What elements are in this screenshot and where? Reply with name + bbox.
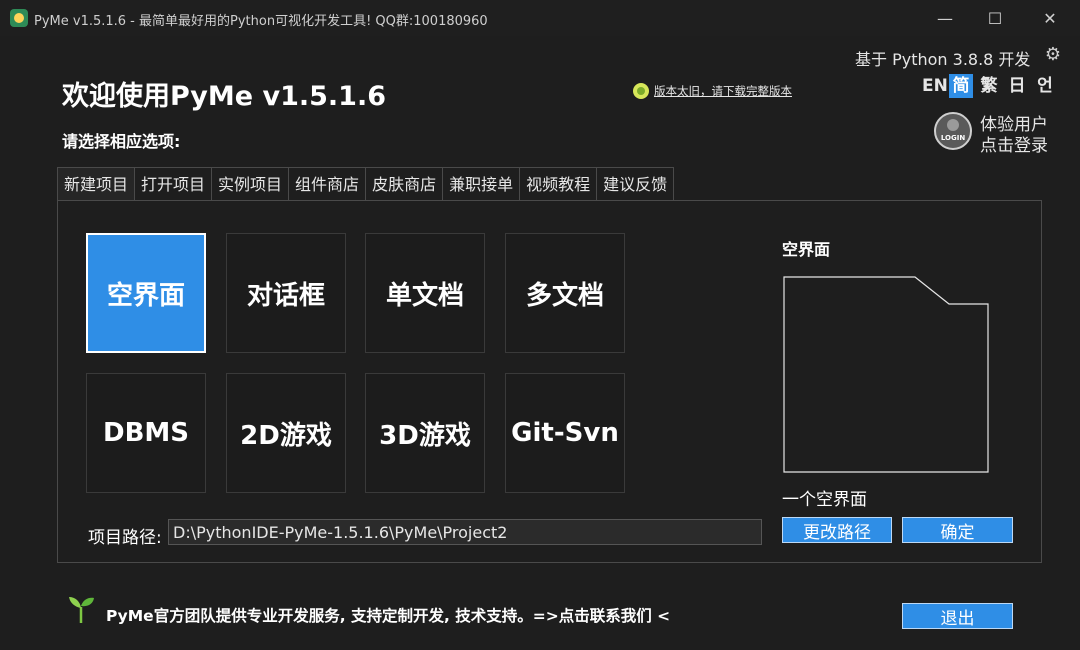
template-multi-document[interactable]: 多文档 [505, 233, 625, 353]
template-dbms[interactable]: DBMS [86, 373, 206, 493]
title-bar[interactable]: PyMe v1.5.1.6 - 最简单最好用的Python可视化开发工具! QQ… [0, 0, 1080, 36]
tab-skin-store[interactable]: 皮肤商店 [365, 167, 444, 201]
contact-service-link[interactable]: PyMe官方团队提供专业开发服务, 支持定制开发, 技术支持。=>点击联系我们 … [106, 604, 670, 626]
lang-ja[interactable]: 日 [1005, 74, 1029, 98]
tab-bar: 新建项目 打开项目 实例项目 组件商店 皮肤商店 兼职接单 视频教程 建议反馈 [57, 167, 675, 201]
confirm-button[interactable]: 确定 [902, 517, 1013, 543]
tab-video-tutorials[interactable]: 视频教程 [519, 167, 598, 201]
gear-icon[interactable]: ⚙ [1043, 45, 1063, 65]
change-path-button[interactable]: 更改路径 [782, 517, 892, 543]
python-version-label: 基于 Python 3.8.8 开发 [855, 50, 1031, 69]
tab-component-store[interactable]: 组件商店 [288, 167, 367, 201]
path-label: 项目路径: [88, 528, 162, 548]
template-dialog[interactable]: 对话框 [226, 233, 346, 353]
preview-description: 一个空界面 [782, 490, 867, 510]
window-title: PyMe v1.5.1.6 - 最简单最好用的Python可视化开发工具! QQ… [34, 14, 488, 29]
lang-zh-simplified[interactable]: 简 [949, 74, 973, 98]
login-link[interactable]: 点击登录 [980, 131, 1048, 156]
project-path-input[interactable] [168, 519, 762, 545]
document-preview-icon [783, 276, 989, 473]
notice-bulb-icon [633, 83, 649, 99]
avatar-login-text: LOGIN [940, 134, 966, 142]
sprout-icon [69, 597, 94, 623]
update-notice-link[interactable]: 版本太旧，请下载完整版本 [654, 83, 792, 99]
template-empty-ui[interactable]: 空界面 [86, 233, 206, 353]
exit-button[interactable]: 退出 [902, 603, 1013, 629]
avatar[interactable]: LOGIN [934, 112, 972, 150]
choose-prompt: 请选择相应选项: [62, 132, 181, 151]
tab-freelance[interactable]: 兼职接单 [442, 167, 521, 201]
template-3d-game[interactable]: 3D游戏 [365, 373, 485, 493]
tab-feedback[interactable]: 建议反馈 [596, 167, 675, 201]
lang-ko[interactable]: 언 [1033, 74, 1057, 98]
app-logo-icon [10, 9, 28, 27]
user-icon [947, 119, 959, 131]
close-button[interactable]: ✕ [1025, 0, 1075, 36]
welcome-title: 欢迎使用PyMe v1.5.1.6 [62, 81, 386, 112]
tab-example-projects[interactable]: 实例项目 [211, 167, 290, 201]
preview-title: 空界面 [782, 240, 831, 259]
tab-open-project[interactable]: 打开项目 [134, 167, 213, 201]
maximize-button[interactable]: ☐ [970, 0, 1020, 36]
minimize-button[interactable]: — [920, 0, 970, 36]
lang-zh-traditional[interactable]: 繁 [977, 74, 1001, 98]
tab-new-project[interactable]: 新建项目 [57, 167, 136, 201]
template-git-svn[interactable]: Git-Svn [505, 373, 625, 493]
lang-en[interactable]: EN [922, 74, 948, 98]
template-2d-game[interactable]: 2D游戏 [226, 373, 346, 493]
template-single-document[interactable]: 单文档 [365, 233, 485, 353]
